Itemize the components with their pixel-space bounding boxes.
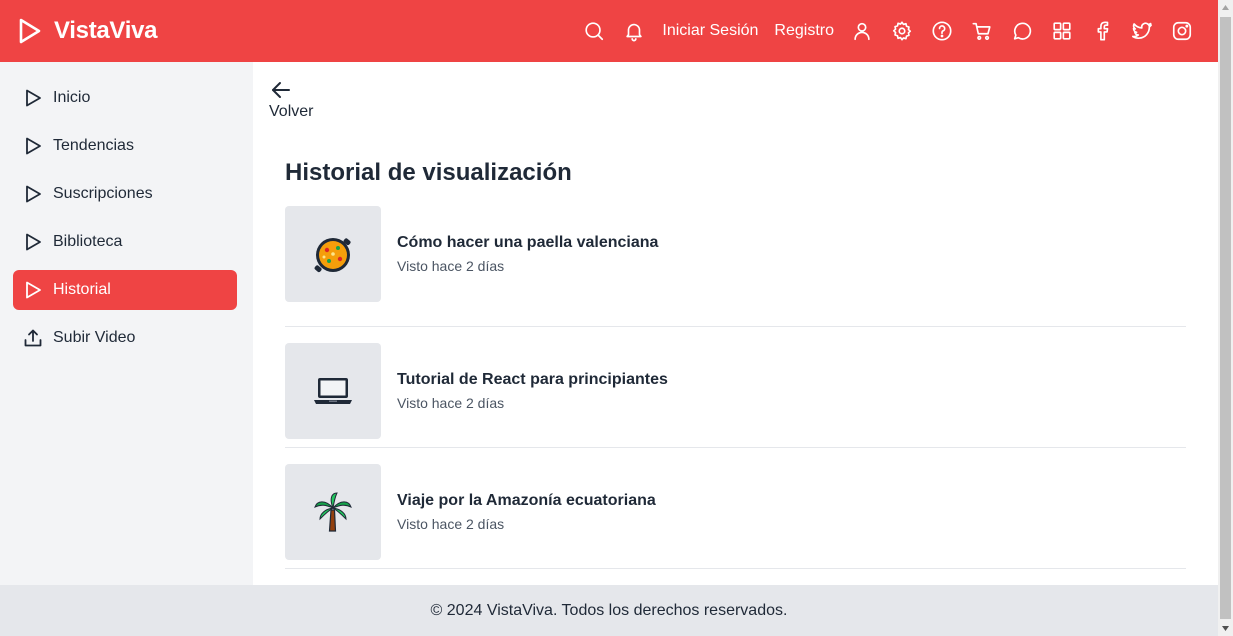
brand[interactable]: VistaViva xyxy=(18,17,157,45)
cart-icon[interactable] xyxy=(962,11,1002,51)
sidebar-item-tendencias[interactable]: Tendencias xyxy=(13,126,237,166)
watched-time: Visto hace 2 días xyxy=(397,258,505,274)
gear-icon[interactable] xyxy=(882,11,922,51)
login-link[interactable]: Iniciar Sesión xyxy=(662,22,758,40)
main-content: Volver Historial de visualización Cómo h… xyxy=(253,62,1218,585)
scroll-down-arrow-icon[interactable] xyxy=(1218,621,1233,636)
sidebar-item-biblioteca[interactable]: Biblioteca xyxy=(13,222,237,262)
play-logo-icon xyxy=(19,18,41,44)
page-title: Historial de visualización xyxy=(285,159,572,186)
top-bar: VistaViva Iniciar Sesión Registro xyxy=(0,0,1218,62)
copyright-text: © 2024 VistaViva. Todos los derechos res… xyxy=(430,601,788,619)
palm-tree-icon xyxy=(314,492,352,532)
sidebar-item-label: Biblioteca xyxy=(53,233,123,250)
sidebar-item-label: Historial xyxy=(53,281,111,298)
play-icon xyxy=(26,281,41,299)
watched-time: Visto hace 2 días xyxy=(397,395,505,411)
twitter-icon[interactable] xyxy=(1122,11,1162,51)
video-title[interactable]: Tutorial de React para principiantes xyxy=(397,371,668,389)
sidebar: Inicio Tendencias Suscripciones Bibliote… xyxy=(0,62,253,585)
upload-icon xyxy=(24,329,42,347)
scroll-up-arrow-icon[interactable] xyxy=(1218,0,1233,15)
sidebar-item-subir-video[interactable]: Subir Video xyxy=(13,318,237,358)
sidebar-item-historial[interactable]: Historial xyxy=(13,270,237,310)
paella-icon xyxy=(314,238,351,273)
sidebar-item-label: Tendencias xyxy=(53,137,134,154)
video-thumbnail[interactable] xyxy=(285,206,381,302)
history-list: Cómo hacer una paella valenciana Visto h… xyxy=(285,206,1186,569)
play-icon xyxy=(26,89,41,107)
arrow-left-icon xyxy=(272,82,290,98)
register-link[interactable]: Registro xyxy=(774,22,834,40)
back-label: Volver xyxy=(269,103,314,120)
search-icon[interactable] xyxy=(574,11,614,51)
scrollbar-thumb[interactable] xyxy=(1220,17,1231,619)
chat-icon[interactable] xyxy=(1002,11,1042,51)
sidebar-item-label: Subir Video xyxy=(53,329,136,346)
grid-icon[interactable] xyxy=(1042,11,1082,51)
video-thumbnail[interactable] xyxy=(285,464,381,560)
scrollbar[interactable] xyxy=(1218,0,1233,636)
footer: © 2024 VistaViva. Todos los derechos res… xyxy=(0,585,1218,636)
play-icon xyxy=(26,137,41,155)
history-item[interactable]: Viaje por la Amazonía ecuatoriana Visto … xyxy=(285,448,1186,569)
history-item[interactable]: Cómo hacer una paella valenciana Visto h… xyxy=(285,206,1186,327)
play-icon xyxy=(26,233,41,251)
sidebar-item-suscripciones[interactable]: Suscripciones xyxy=(13,174,237,214)
sidebar-item-inicio[interactable]: Inicio xyxy=(13,78,237,118)
back-button[interactable]: Volver xyxy=(269,80,313,121)
video-title[interactable]: Cómo hacer una paella valenciana xyxy=(397,234,658,252)
play-icon xyxy=(26,185,41,203)
history-item[interactable]: Tutorial de React para principiantes Vis… xyxy=(285,327,1186,448)
brand-name: VistaViva xyxy=(54,17,158,44)
laptop-icon xyxy=(314,378,352,404)
facebook-icon[interactable] xyxy=(1082,11,1122,51)
sidebar-item-label: Inicio xyxy=(53,89,91,106)
instagram-icon[interactable] xyxy=(1162,11,1202,51)
video-title[interactable]: Viaje por la Amazonía ecuatoriana xyxy=(397,492,656,510)
user-icon[interactable] xyxy=(842,11,882,51)
watched-time: Visto hace 2 días xyxy=(397,516,505,532)
video-thumbnail[interactable] xyxy=(285,343,381,439)
bell-icon[interactable] xyxy=(614,11,654,51)
sidebar-item-label: Suscripciones xyxy=(53,185,153,202)
help-icon[interactable] xyxy=(922,11,962,51)
